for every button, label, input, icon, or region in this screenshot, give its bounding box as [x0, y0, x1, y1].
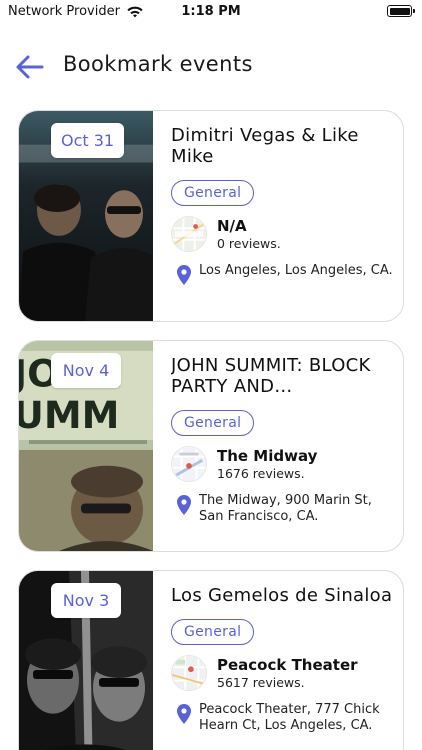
card-body: Dimitri Vegas & Like Mike General N/A 0 …: [171, 125, 393, 285]
card-body: Los Gemelos de Sinaloa General Peacock T…: [171, 585, 393, 734]
date-badge: Nov 4: [51, 353, 121, 388]
venue-reviews: 5617 reviews.: [217, 675, 305, 690]
location-pin-icon: [177, 704, 191, 724]
location-row: Los Angeles, Los Angeles, CA.: [171, 263, 393, 285]
category-chip[interactable]: General: [171, 619, 255, 645]
svg-text:UMM: UMM: [19, 393, 119, 437]
venue-row: Peacock Theater 5617 reviews.: [171, 655, 393, 691]
location-pin-icon: [177, 265, 191, 285]
venue-name: Peacock Theater: [217, 656, 358, 674]
page-title: Bookmark events: [63, 52, 253, 76]
location-row: The Midway, 900 Marin St, San Francisco,…: [171, 493, 393, 525]
venue-name: The Midway: [217, 447, 318, 465]
venue-reviews: 0 reviews.: [217, 236, 281, 251]
category-chip[interactable]: General: [171, 410, 255, 436]
status-bar: Network Provider 1:18 PM: [0, 0, 422, 24]
card-body: JOHN SUMMIT: BLOCK PARTY AND… General Th…: [171, 355, 393, 525]
venue-reviews: 1676 reviews.: [217, 466, 305, 481]
venue-map-thumbnail: [171, 655, 207, 691]
location-row: Peacock Theater, 777 Chick Hearn Ct, Los…: [171, 702, 393, 734]
category-chip[interactable]: General: [171, 180, 255, 206]
venue-name: N/A: [217, 217, 247, 235]
event-address: Los Angeles, Los Angeles, CA.: [199, 263, 393, 278]
venue-map-thumbnail: [171, 216, 207, 252]
event-title: Dimitri Vegas & Like Mike: [171, 125, 359, 167]
status-time: 1:18 PM: [181, 4, 241, 19]
arrow-left-icon[interactable]: [14, 52, 46, 82]
date-badge: Nov 3: [51, 583, 121, 618]
venue-row: The Midway 1676 reviews.: [171, 446, 393, 482]
battery-icon: [387, 5, 415, 17]
location-pin-icon: [177, 495, 191, 515]
venue-row: N/A 0 reviews.: [171, 216, 393, 252]
date-badge: Oct 31: [51, 123, 125, 158]
event-address: Peacock Theater, 777 Chick Hearn Ct, Los…: [199, 702, 380, 733]
event-card[interactable]: JOHN UMM Nov 4 JOHN SUMMIT: BLOCK PARTY …: [18, 340, 404, 552]
event-title: JOHN SUMMIT: BLOCK PARTY AND…: [171, 355, 371, 397]
header: Bookmark events: [0, 46, 422, 88]
venue-map-thumbnail: [171, 446, 207, 482]
event-title: Los Gemelos de Sinaloa: [171, 585, 393, 606]
event-address: The Midway, 900 Marin St, San Francisco,…: [199, 493, 372, 524]
event-card[interactable]: Nov 3 Los Gemelos de Sinaloa General Pea…: [18, 570, 404, 750]
event-card[interactable]: Oct 31 Dimitri Vegas & Like Mike General…: [18, 110, 404, 322]
